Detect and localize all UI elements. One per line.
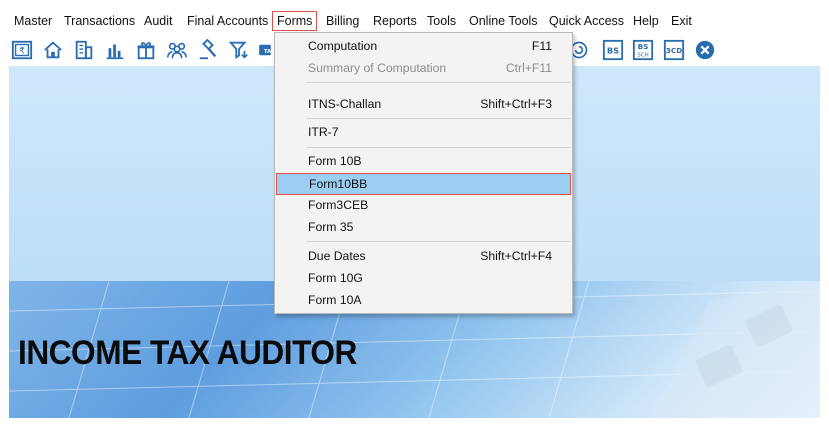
menu-item-label: Form 10B [308,154,362,168]
menu-transactions[interactable]: Transactions [60,11,139,31]
menu-quick-access[interactable]: Quick Access [545,11,628,31]
menu-item-label: ITNS-Challan [308,97,382,111]
rupee-icon[interactable]: ₹ [10,38,34,62]
menu-item-label: Form 10G [308,271,363,285]
menu-item-shortcut: Shift+Ctrl+F3 [480,97,552,111]
app-title-banner: INCOME TAX AUDITOR [18,334,357,372]
menu-item-label: Form10BB [309,177,368,191]
menu-separator [307,118,570,119]
bs-icon[interactable]: BS [601,38,625,62]
close-icon[interactable] [693,38,717,62]
menu-final-accounts[interactable]: Final Accounts [183,11,272,31]
home-icon[interactable] [41,38,65,62]
menu-item-label: Summary of Computation [308,61,447,75]
svg-text:₹: ₹ [19,46,25,57]
bar-chart-icon[interactable] [103,38,127,62]
menu-billing[interactable]: Billing [322,11,363,31]
3cd-icon[interactable]: 3CD [662,38,686,62]
menu-item-label: Due Dates [308,249,366,263]
gavel-icon[interactable] [196,38,220,62]
tax-icon[interactable]: TA [258,38,272,62]
menu-item-form10bb[interactable]: Form10BB [276,173,571,195]
menu-item-label: Form 10A [308,293,362,307]
menu-exit[interactable]: Exit [667,11,696,31]
menu-item-shortcut: Ctrl+F11 [505,61,552,75]
menu-master[interactable]: Master [10,11,56,31]
menu-item-itns-challan[interactable]: ITNS-Challan Shift+Ctrl+F3 [276,93,571,115]
menu-item-label: ITR-7 [308,125,339,139]
menu-separator [307,241,570,242]
menu-help[interactable]: Help [629,11,663,31]
forms-dropdown-menu: Computation F11 Summary of Computation C… [274,32,573,314]
menu-item-label: Form3CEB [308,198,369,212]
users-icon[interactable] [165,38,189,62]
menu-item-due-dates[interactable]: Due Dates Shift+Ctrl+F4 [276,245,571,267]
bs-sch-icon[interactable]: BS SCH [631,38,655,62]
menu-item-itr-7[interactable]: ITR-7 [276,121,571,143]
menu-forms[interactable]: Forms [272,11,318,31]
svg-text:BS: BS [607,46,619,56]
menu-item-form3ceb[interactable]: Form3CEB [276,194,571,216]
menu-separator [307,147,570,148]
menu-item-form-10a[interactable]: Form 10A [276,289,571,311]
menu-bar: Master Transactions Audit Final Accounts… [0,0,829,34]
menu-item-label: Form 35 [308,220,354,234]
menu-item-label: Computation [308,39,378,53]
svg-text:TA: TA [264,49,272,55]
menu-audit[interactable]: Audit [140,11,177,31]
menu-reports[interactable]: Reports [369,11,421,31]
menu-tools[interactable]: Tools [423,11,460,31]
building-icon[interactable] [72,38,96,62]
menu-item-form-10g[interactable]: Form 10G [276,267,571,289]
menu-online-tools[interactable]: Online Tools [465,11,542,31]
svg-text:BS: BS [638,42,649,51]
gift-icon[interactable] [134,38,158,62]
menu-item-shortcut: F11 [531,39,552,53]
svg-text:SCH: SCH [637,52,648,58]
menu-item-summary-of-computation[interactable]: Summary of Computation Ctrl+F11 [276,57,571,79]
menu-item-form-10b[interactable]: Form 10B [276,150,571,172]
menu-item-computation[interactable]: Computation F11 [276,35,571,57]
svg-text:3CD: 3CD [666,46,683,55]
menu-separator [307,82,570,83]
filter-icon[interactable] [227,38,251,62]
menu-item-shortcut: Shift+Ctrl+F4 [480,249,552,263]
menu-item-form-35[interactable]: Form 35 [276,216,571,238]
